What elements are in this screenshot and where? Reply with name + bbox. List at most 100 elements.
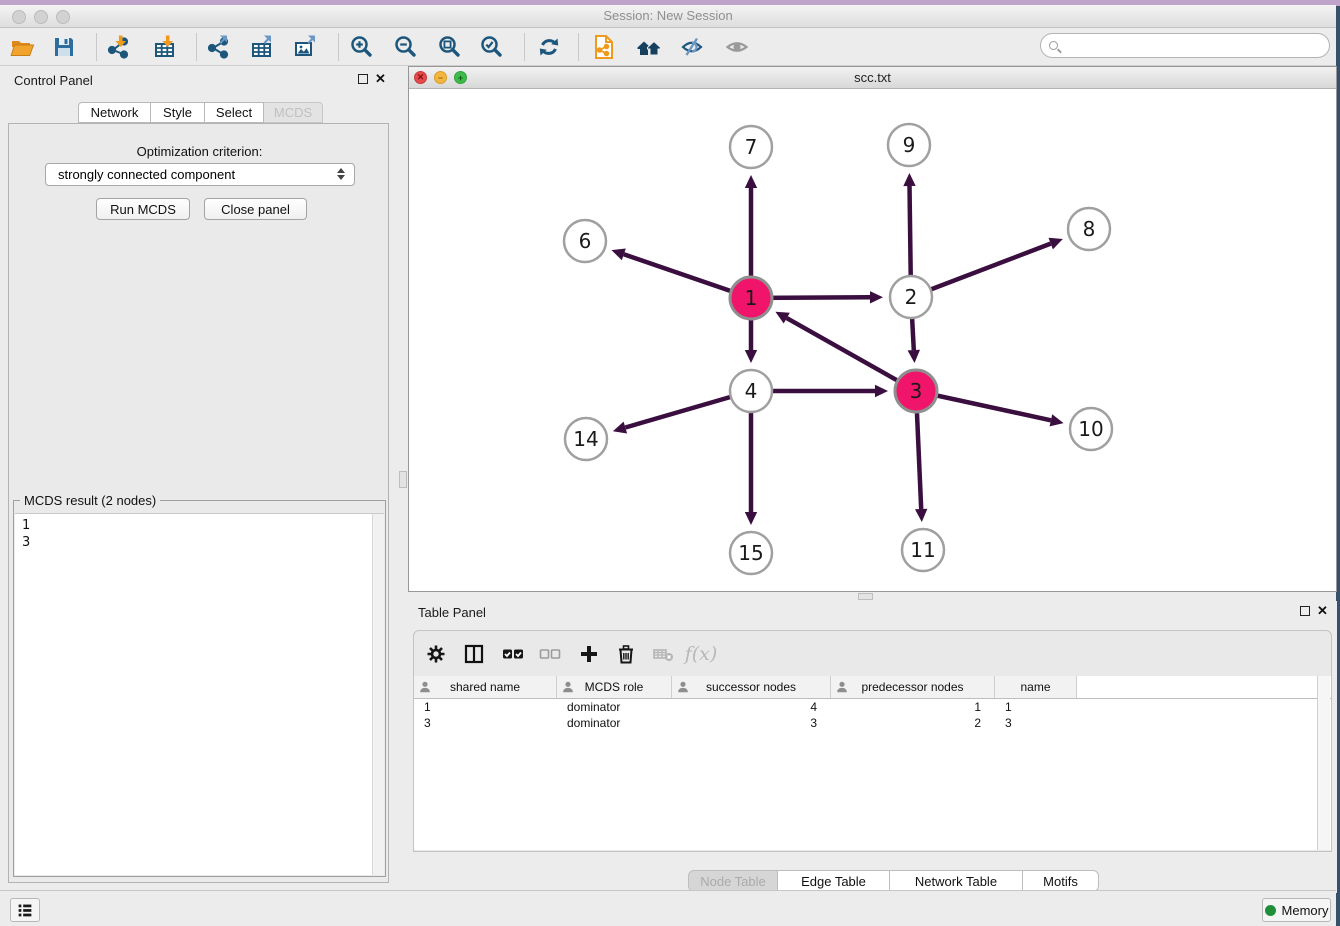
export-table-button[interactable] bbox=[246, 31, 278, 63]
mcds-result-line: 1 bbox=[22, 517, 30, 534]
save-session-button[interactable] bbox=[48, 31, 80, 63]
search-input[interactable] bbox=[1064, 36, 1329, 56]
toolbar-separator bbox=[578, 33, 579, 61]
svg-text:1: 1 bbox=[745, 286, 758, 310]
tab-network[interactable]: Network bbox=[78, 102, 151, 123]
select-all-button[interactable] bbox=[500, 641, 526, 667]
task-history-button[interactable] bbox=[10, 898, 40, 922]
cell-MCDS-role[interactable]: dominator bbox=[557, 699, 672, 715]
graph-node-4[interactable]: 4 bbox=[730, 370, 772, 412]
column-header-successor-nodes[interactable]: successor nodes bbox=[672, 676, 831, 698]
export-network-button[interactable] bbox=[202, 31, 234, 63]
table-row[interactable]: 3dominator323 bbox=[414, 715, 1331, 731]
show-all-button[interactable] bbox=[721, 31, 753, 63]
mcds-result-line: 3 bbox=[22, 534, 30, 551]
graph-node-15[interactable]: 15 bbox=[730, 532, 772, 574]
delete-row-button[interactable] bbox=[613, 641, 639, 667]
optimization-criterion-select[interactable]: strongly connected component bbox=[45, 163, 355, 186]
add-row-icon bbox=[578, 643, 600, 665]
import-network-button[interactable] bbox=[102, 31, 134, 63]
memory-status-icon bbox=[1265, 905, 1276, 916]
float-table-panel-icon[interactable] bbox=[1300, 606, 1310, 616]
new-network-from-selection-button[interactable] bbox=[588, 31, 620, 63]
graph-node-6[interactable]: 6 bbox=[564, 220, 606, 262]
svg-text:15: 15 bbox=[738, 541, 763, 565]
tab-motifs[interactable]: Motifs bbox=[1023, 870, 1099, 892]
zoom-out-button[interactable] bbox=[390, 31, 422, 63]
table-scrollbar[interactable] bbox=[1317, 676, 1330, 850]
cell-successor-nodes[interactable]: 3 bbox=[672, 715, 831, 731]
export-image-button[interactable] bbox=[290, 31, 322, 63]
close-table-panel-icon[interactable]: ✕ bbox=[1317, 606, 1328, 616]
add-row-button[interactable] bbox=[576, 641, 602, 667]
toolbar-separator bbox=[338, 33, 339, 61]
settings-icon bbox=[425, 643, 447, 665]
column-header-name[interactable]: name bbox=[995, 676, 1077, 698]
hide-selected-button[interactable] bbox=[676, 31, 708, 63]
horizontal-splitter-grip[interactable] bbox=[858, 593, 873, 600]
graph-node-8[interactable]: 8 bbox=[1068, 208, 1110, 250]
tab-mcds[interactable]: MCDS bbox=[264, 102, 323, 123]
function-icon: f(x) bbox=[685, 643, 718, 665]
tab-node-table[interactable]: Node Table bbox=[688, 870, 778, 892]
search-box[interactable] bbox=[1040, 33, 1330, 58]
svg-text:3: 3 bbox=[910, 379, 923, 403]
toolbar-separator bbox=[96, 33, 97, 61]
graph-node-10[interactable]: 10 bbox=[1070, 408, 1112, 450]
tab-select[interactable]: Select bbox=[205, 102, 264, 123]
tab-edge-table[interactable]: Edge Table bbox=[778, 870, 890, 892]
close-panel-button[interactable]: Close panel bbox=[204, 198, 307, 220]
settings-button[interactable] bbox=[423, 641, 449, 667]
graph-node-9[interactable]: 9 bbox=[888, 124, 930, 166]
cell-shared-name[interactable]: 3 bbox=[414, 715, 557, 731]
table-panel-tabs: Node TableEdge TableNetwork TableMotifs bbox=[688, 870, 1099, 892]
graph-node-3[interactable]: 3 bbox=[895, 370, 937, 412]
float-panel-icon[interactable] bbox=[358, 74, 368, 84]
graph-node-14[interactable]: 14 bbox=[565, 418, 607, 460]
function-button[interactable]: f(x) bbox=[688, 641, 714, 667]
import-table-button[interactable] bbox=[149, 31, 181, 63]
table-toolbar: f(x) bbox=[414, 631, 1331, 675]
zoom-selected-button[interactable] bbox=[476, 31, 508, 63]
column-header-MCDS-role[interactable]: MCDS role bbox=[557, 676, 672, 698]
table-row[interactable]: 1dominator411 bbox=[414, 699, 1331, 715]
cell-shared-name[interactable]: 1 bbox=[414, 699, 557, 715]
refresh-button[interactable] bbox=[533, 31, 565, 63]
first-neighbors-button[interactable] bbox=[633, 31, 665, 63]
graph-edge-3-10[interactable] bbox=[916, 391, 1064, 426]
tab-style[interactable]: Style bbox=[151, 102, 205, 123]
delete-column-button[interactable] bbox=[650, 641, 676, 667]
network-canvas[interactable]: 7 9 6 8 1 2 4 3 14 10 15 11 bbox=[409, 89, 1336, 592]
zoom-out-icon bbox=[393, 34, 419, 60]
graph-node-11[interactable]: 11 bbox=[902, 529, 944, 571]
cell-successor-nodes[interactable]: 4 bbox=[672, 699, 831, 715]
cell-name[interactable]: 1 bbox=[995, 699, 1077, 715]
columns-button[interactable] bbox=[461, 641, 487, 667]
zoom-in-button[interactable] bbox=[346, 31, 378, 63]
graph-node-1[interactable]: 1 bbox=[730, 277, 772, 319]
graph-edge-2-8[interactable] bbox=[911, 238, 1063, 297]
tab-network-table[interactable]: Network Table bbox=[890, 870, 1023, 892]
cell-predecessor-nodes[interactable]: 1 bbox=[831, 699, 995, 715]
open-file-button[interactable] bbox=[6, 31, 38, 63]
result-scrollbar[interactable] bbox=[372, 514, 384, 875]
cell-MCDS-role[interactable]: dominator bbox=[557, 715, 672, 731]
run-mcds-button[interactable]: Run MCDS bbox=[96, 198, 190, 220]
vertical-splitter-grip[interactable] bbox=[399, 471, 407, 488]
show-all-icon bbox=[724, 34, 750, 60]
deselect-all-button[interactable] bbox=[537, 641, 563, 667]
column-header-shared-name[interactable]: shared name bbox=[414, 676, 557, 698]
graph-edge-3-1[interactable] bbox=[775, 312, 916, 391]
close-panel-icon[interactable]: ✕ bbox=[375, 74, 386, 84]
memory-button[interactable]: Memory bbox=[1262, 898, 1331, 922]
cell-predecessor-nodes[interactable]: 2 bbox=[831, 715, 995, 731]
graph-node-2[interactable]: 2 bbox=[890, 276, 932, 318]
cell-name[interactable]: 3 bbox=[995, 715, 1077, 731]
chevron-up-down-icon bbox=[337, 168, 345, 180]
zoom-fit-button[interactable] bbox=[434, 31, 466, 63]
graph-node-7[interactable]: 7 bbox=[730, 126, 772, 168]
column-header-predecessor-nodes[interactable]: predecessor nodes bbox=[831, 676, 995, 698]
svg-text:11: 11 bbox=[910, 538, 935, 562]
mcds-result-textarea[interactable]: 13 bbox=[15, 513, 384, 875]
export-table-icon bbox=[249, 34, 275, 60]
